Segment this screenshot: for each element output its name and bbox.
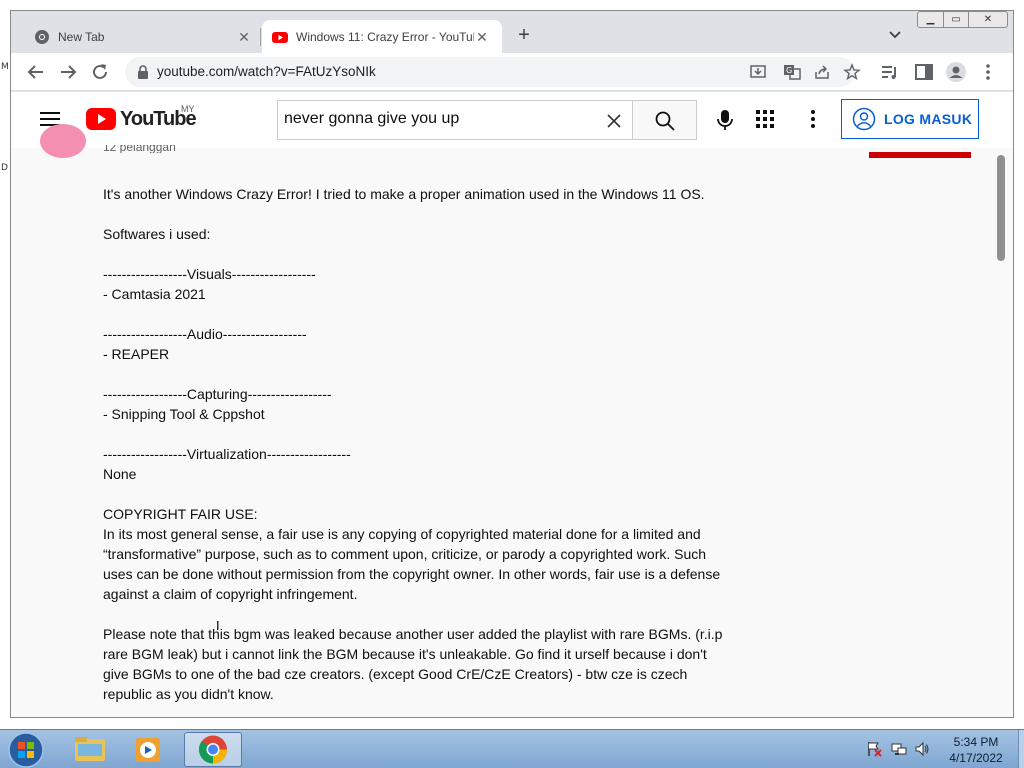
youtube-icon [272,31,288,43]
clock[interactable]: 5:34 PM 4/17/2022 [936,734,1016,766]
description-line: - REAPER [103,346,170,362]
youtube-logo-icon [86,108,116,130]
sign-in-button[interactable]: LOG MASUK [841,99,979,139]
search-icon [655,111,675,131]
tab-strip: New Tab ✕ Windows 11: Crazy Error - YouT… [11,11,1013,53]
install-icon[interactable] [749,63,767,81]
media-player-icon [136,738,160,762]
video-description-section: 12 pelanggan It's another Windows Crazy … [11,124,1013,717]
reload-icon[interactable] [89,61,111,83]
description-line: COPYRIGHT FAIR USE: [103,506,258,522]
apps-grid-icon[interactable] [755,109,775,129]
youtube-logo[interactable]: YouTube [86,106,197,132]
video-description: It's another Windows Crazy Error! I trie… [103,184,723,704]
browser-toolbar: youtube.com/watch?v=FAtUzYsoNIk G [11,53,1013,91]
channel-avatar[interactable] [40,124,86,158]
sign-in-label: LOG MASUK [884,111,973,127]
tab-new-tab[interactable]: New Tab ✕ [34,20,260,53]
search-box[interactable] [277,100,633,140]
maximize-button[interactable]: ▭ [943,11,969,28]
desktop-icon-label: D [1,163,8,173]
i-beam-cursor: I [216,618,220,633]
search-input[interactable] [284,110,594,128]
search-button[interactable] [632,100,697,140]
show-desktop-button[interactable] [1018,730,1024,768]
address-bar[interactable]: youtube.com/watch?v=FAtUzYsoNIk G [125,57,861,87]
windows-start-icon[interactable] [6,731,46,768]
description-line: Softwares i used: [103,226,211,242]
chrome-logo-icon [199,735,227,764]
kebab-menu-icon[interactable] [977,61,999,83]
taskbar-chrome[interactable] [184,732,242,767]
description-line: ------------------Capturing-------------… [103,386,332,402]
taskbar-media-player[interactable] [120,732,178,767]
description-line: ------------------Virtualization--------… [103,446,351,462]
youtube-header: YouTube MY never gonna give you up LOG M… [11,92,1013,148]
url-text[interactable]: youtube.com/watch?v=FAtUzYsoNIk [157,64,376,79]
close-icon[interactable] [604,111,624,131]
subscriber-count: 12 pelanggan [103,145,176,153]
clock-date: 4/17/2022 [949,751,1003,765]
arrow-left-icon[interactable] [25,61,47,83]
subscribe-button[interactable] [869,152,971,158]
browser-window: New Tab ✕ Windows 11: Crazy Error - YouT… [10,10,1014,718]
desktop-icon-label: M [1,62,9,72]
action-center-icon[interactable] [866,741,882,757]
folder-icon [75,737,105,761]
lock-icon[interactable] [135,64,151,80]
svg-text:G: G [786,66,792,75]
profile-icon[interactable] [945,61,967,83]
tab-title: Windows 11: Crazy Error - YouTube [296,29,474,44]
share-icon[interactable] [813,63,831,81]
microphone-icon[interactable] [711,106,739,134]
description-line: ------------------Audio-----------------… [103,326,307,342]
description-line: - Snipping Tool & Cppshot [103,406,265,422]
description-line: - Camtasia 2021 [103,286,206,302]
tab-youtube[interactable]: Windows 11: Crazy Error - YouTube ✕ [262,20,502,53]
tab-title: New Tab [58,29,105,44]
taskbar: 5:34 PM 4/17/2022 [0,729,1024,768]
scrollbar-thumb[interactable] [997,155,1005,261]
network-icon[interactable] [891,741,907,757]
minimize-button[interactable]: ▁ [917,11,944,28]
volume-icon[interactable] [914,741,930,757]
fair-use-paragraph: In its most general sense, a fair use is… [103,526,721,602]
description-line: It's another Windows Crazy Error! I trie… [103,186,705,202]
more-options-icon[interactable] [803,108,823,130]
taskbar-explorer[interactable] [60,732,118,767]
description-lines: It's another Windows Crazy Error! I trie… [103,184,723,524]
clock-time: 5:34 PM [953,735,999,749]
chrome-icon [35,29,49,44]
tab-separator [260,28,261,46]
new-tab-button[interactable]: + [513,25,535,47]
side-panel-icon[interactable] [913,61,935,83]
translate-icon[interactable]: G [783,63,801,81]
user-circle-icon [852,107,876,131]
region-code: MY [181,104,195,114]
arrow-right-icon[interactable] [57,61,79,83]
window-close-button[interactable]: ✕ [968,11,1008,28]
reading-list-icon[interactable] [879,61,901,83]
description-line: None [103,466,137,482]
web-page: YouTube MY never gonna give you up LOG M… [11,92,1013,717]
close-tab-icon[interactable]: ✕ [474,29,490,45]
note-paragraph: Please note that this bgm was leaked bec… [103,626,723,702]
chevron-down-icon[interactable] [885,25,905,45]
star-icon[interactable] [843,63,861,81]
close-tab-icon[interactable]: ✕ [236,29,252,45]
description-line: ------------------Visuals---------------… [103,266,316,282]
